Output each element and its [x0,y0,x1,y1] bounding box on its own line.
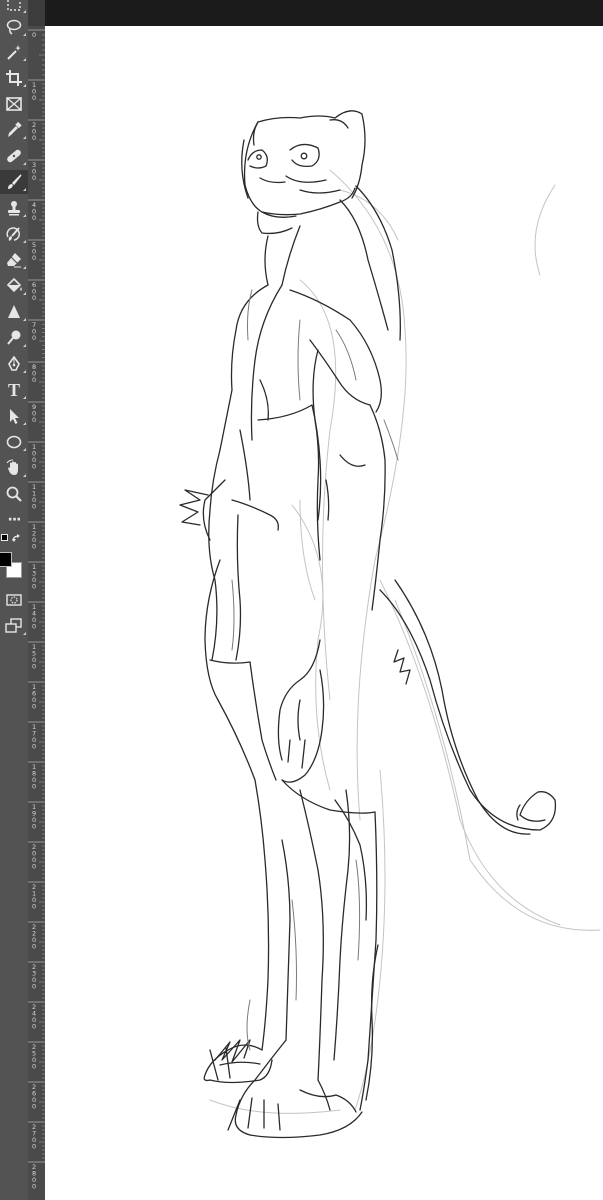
frame-icon [6,97,22,111]
ruler-ticks: 0 1 0 0 2 0 0 3 0 0 4 0 0 5 0 0 6 0 0 7 0 0 8 0 0 9 0 0 1 0 0 0 1 1 0 0 1 2 0 0… [28,29,45,1191]
marquee-tool[interactable] [0,0,28,16]
vertical-ruler: 0 100 200 300 400 500 600 700 800 900 1000 1100 1200… [28,26,46,1200]
ellipse-icon [6,435,22,449]
pen-tool[interactable] [0,352,28,376]
marquee-icon [7,0,21,11]
hand-icon [6,459,18,475]
ruler-label: 1400 [32,603,36,631]
healing-brush-tool[interactable] [0,144,28,168]
crop-tool[interactable] [0,66,28,90]
eyedropper-tool[interactable] [0,118,28,142]
more-tools[interactable]: ··· [0,508,28,532]
magic-wand-tool[interactable] [0,40,28,64]
lasso-tool[interactable] [0,15,28,39]
ruler-label: 1600 [32,683,36,711]
ruler-label: 1500 [32,643,36,671]
quick-mask-button[interactable] [0,588,28,612]
ruler-label: 2000 [32,843,36,871]
path-selection-tool[interactable] [0,404,28,428]
bandage-icon [7,149,21,163]
ruler-label: 2100 [32,883,36,911]
clone-stamp-tool[interactable] [0,196,28,220]
history-brush-tool[interactable] [0,222,28,246]
default-colors-icon[interactable] [1,534,8,541]
swap-colors-icon[interactable] [12,534,21,543]
lasso-icon [6,19,22,35]
ruler-label: 1800 [32,763,36,791]
ruler-label: 1900 [32,803,36,831]
ruler-label: 1000 [32,443,36,471]
arrow-icon [10,409,19,424]
dodge-icon [7,330,21,345]
ruler-label: 500 [32,241,36,262]
rotate-view-tool[interactable] [0,456,28,480]
ruler-label: 2300 [32,963,36,991]
frame-tool[interactable] [0,92,28,116]
ruler-label: 400 [32,201,36,222]
type-icon: T [7,380,20,400]
screen-mode-button[interactable] [0,614,28,638]
quick-mask-icon [6,594,22,606]
top-ruler [45,0,603,27]
ruler-label: 2700 [32,1123,36,1151]
brush-tool[interactable] [0,170,28,194]
ruler-corner [28,0,45,26]
brush-icon [8,174,22,189]
ruler-label: 600 [32,281,36,302]
ruler-label: 800 [32,363,36,384]
eyedropper-icon [8,121,22,137]
ruler-label: 2600 [32,1083,36,1111]
ruler-label: 100 [32,81,36,102]
ruler-label: 200 [32,121,36,142]
type-tool[interactable]: T [0,378,28,402]
paint-bucket-tool[interactable] [0,274,28,298]
document-canvas[interactable] [45,26,603,1200]
history-brush-icon [6,227,20,241]
eraser-icon [7,253,21,268]
ruler-label: 700 [32,321,36,342]
zoom-tool[interactable] [0,482,28,506]
color-swatches [0,533,28,585]
ruler-label: 2200 [32,923,36,951]
eraser-tool[interactable] [0,248,28,272]
zoom-icon [6,486,22,502]
dodge-tool[interactable] [0,326,28,350]
ruler-label: 1200 [32,523,36,551]
foreground-color-swatch[interactable] [0,552,12,567]
blur-tool[interactable] [0,300,28,324]
ruler-label: 1300 [32,563,36,591]
ellipse-tool[interactable] [0,430,28,454]
bucket-icon [6,277,22,293]
sketch-artwork [179,110,601,1139]
more-icon: ··· [7,512,22,528]
ruler-label: 1100 [32,483,36,511]
ruler-label: 2800 [32,1163,36,1191]
ruler-label: 0 [32,31,36,39]
ruler-label: 2400 [32,1003,36,1031]
crop-icon [6,70,22,86]
screen-mode-icon [5,618,22,633]
ruler-label: 1700 [32,723,36,751]
tools-panel: T ··· [0,0,28,1200]
blur-icon [8,305,20,318]
stamp-icon [8,201,20,216]
magic-wand-icon [7,45,21,60]
ruler-label: 900 [32,403,36,424]
pen-icon [8,355,20,371]
ruler-label: 2500 [32,1043,36,1071]
ruler-label: 300 [32,161,36,182]
